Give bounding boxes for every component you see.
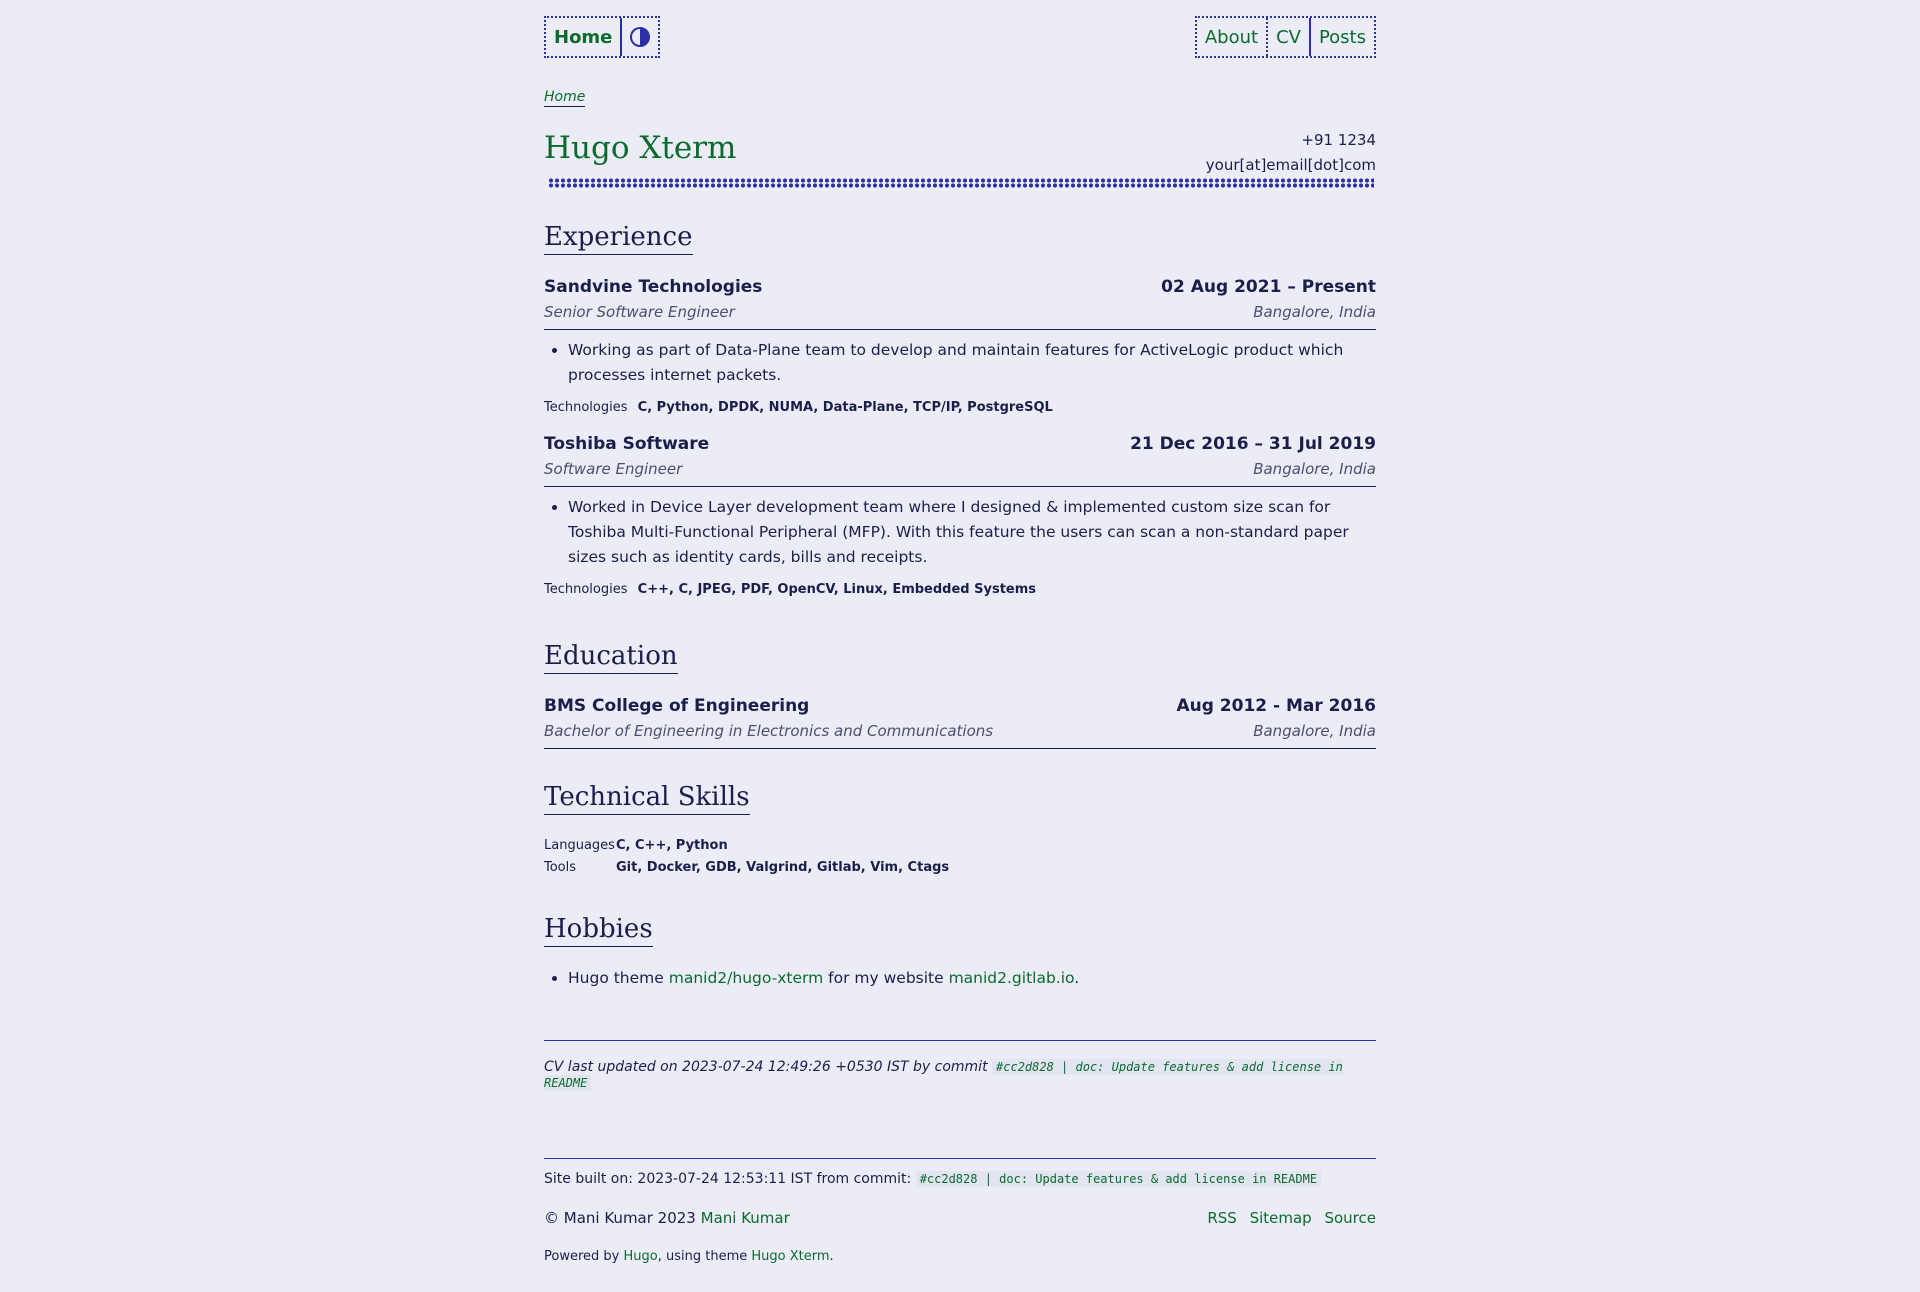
nav-about-link[interactable]: About xyxy=(1197,18,1269,56)
experience-heading: Experience xyxy=(544,222,693,255)
nav-left-group: Home xyxy=(544,16,661,58)
sitemap-link[interactable]: Sitemap xyxy=(1250,1209,1312,1227)
hobbies-heading: Hobbies xyxy=(544,914,653,947)
contact-info: +91 1234 your[at]email[dot]com xyxy=(1206,128,1376,178)
nav-posts-link[interactable]: Posts xyxy=(1311,18,1374,56)
skills-section: Technical Skills xyxy=(544,782,1376,815)
location: Bangalore, India xyxy=(1253,303,1376,321)
degree: Bachelor of Engineering in Electronics a… xyxy=(544,722,994,740)
skill-values: C, C++, Python xyxy=(616,838,728,853)
skill-label: Languages xyxy=(544,838,615,853)
location: Bangalore, India xyxy=(1253,722,1376,740)
cv-updated: CV last updated on 2023-07-24 12:49:26 +… xyxy=(544,1059,1376,1091)
rss-link[interactable]: RSS xyxy=(1207,1209,1236,1227)
header-divider xyxy=(548,178,1374,188)
site-built: Site built on: 2023-07-24 12:53:11 IST f… xyxy=(544,1171,1376,1187)
hugo-xterm-link[interactable]: manid2/hugo-xterm xyxy=(669,969,824,987)
location: Bangalore, India xyxy=(1253,460,1376,478)
experience-section: Experience xyxy=(544,222,1376,255)
org-name: Sandvine Technologies xyxy=(544,277,763,297)
org-name: Toshiba Software xyxy=(544,434,710,454)
footer-divider xyxy=(544,1158,1376,1159)
website-link[interactable]: manid2.gitlab.io xyxy=(949,969,1075,987)
tech-label: Technologies xyxy=(544,582,628,597)
skills-heading: Technical Skills xyxy=(544,782,750,815)
top-nav: Home About CV Posts xyxy=(544,16,1376,72)
hobby-text: for my website xyxy=(823,969,949,987)
hobby-text: Hugo theme xyxy=(568,969,669,987)
tech-values: C++, C, JPEG, PDF, OpenCV, Linux, Embedd… xyxy=(637,582,1037,597)
hobbies-section: Hobbies xyxy=(544,914,1376,947)
footer-copyright-row: © Mani Kumar 2023 Mani Kumar RSS Sitemap… xyxy=(544,1209,1376,1227)
list-item: Hugo theme manid2/hugo-xterm for my webs… xyxy=(568,966,1376,991)
phone-text: +91 1234 xyxy=(1301,131,1376,149)
powered-text: , using theme xyxy=(657,1249,752,1264)
site-built-text: Site built on: 2023-07-24 12:53:11 IST f… xyxy=(544,1171,912,1187)
date-range: Aug 2012 - Mar 2016 xyxy=(1176,696,1376,716)
footer-links: RSS Sitemap Source xyxy=(1199,1209,1376,1227)
commit-link[interactable]: #cc2d828 | doc: Update features & add li… xyxy=(915,1171,1322,1187)
theme-link[interactable]: Hugo Xterm xyxy=(751,1249,829,1264)
tech-values: C, Python, DPDK, NUMA, Data-Plane, TCP/I… xyxy=(637,400,1053,415)
list-item: Worked in Device Layer development team … xyxy=(568,495,1376,570)
experience-entry: Toshiba Software 21 Dec 2016 – 31 Jul 20… xyxy=(544,434,1376,597)
page-title: Hugo Xterm xyxy=(544,130,737,166)
email-text: your[at]email[dot]com xyxy=(1205,156,1376,174)
author-link[interactable]: Mani Kumar xyxy=(701,1209,790,1227)
nav-cv-link[interactable]: CV xyxy=(1268,18,1311,56)
job-role: Software Engineer xyxy=(544,460,683,478)
list-item: Working as part of Data-Plane team to de… xyxy=(568,338,1376,388)
tech-row: Technologies C, Python, DPDK, NUMA, Data… xyxy=(544,400,1376,415)
nav-home-link[interactable]: Home xyxy=(546,18,623,56)
divider xyxy=(544,1040,1376,1041)
page-container: Home About CV Posts Home Hugo Xterm +91 … xyxy=(544,0,1376,1264)
skills-list: LanguagesC, C++, Python Tools Git, Docker… xyxy=(544,835,1376,879)
job-role: Senior Software Engineer xyxy=(544,303,735,321)
tech-label: Technologies xyxy=(544,400,628,415)
education-heading: Education xyxy=(544,641,678,674)
college-name: BMS College of Engineering xyxy=(544,696,810,716)
education-section: Education xyxy=(544,641,1376,674)
experience-entry: Sandvine Technologies 02 Aug 2021 – Pres… xyxy=(544,277,1376,415)
contrast-icon xyxy=(630,27,651,47)
hobbies-list: Hugo theme manid2/hugo-xterm for my webs… xyxy=(544,958,1376,991)
theme-toggle-button[interactable] xyxy=(622,18,658,56)
nav-right-group: About CV Posts xyxy=(1194,16,1376,58)
bullet-list: Working as part of Data-Plane team to de… xyxy=(544,338,1376,388)
cv-updated-text: CV last updated on 2023-07-24 12:49:26 +… xyxy=(544,1059,988,1075)
date-range: 02 Aug 2021 – Present xyxy=(1161,277,1376,297)
date-range: 21 Dec 2016 – 31 Jul 2019 xyxy=(1130,434,1376,454)
skill-values: Git, Docker, GDB, Valgrind, Gitlab, Vim,… xyxy=(616,860,950,875)
powered-by: Powered by Hugo, using theme Hugo Xterm. xyxy=(544,1249,1376,1264)
powered-text: . xyxy=(829,1249,834,1264)
skill-label: Tools xyxy=(544,860,577,875)
hugo-link[interactable]: Hugo xyxy=(623,1249,657,1264)
bullet-list: Worked in Device Layer development team … xyxy=(544,495,1376,570)
powered-text: Powered by xyxy=(544,1249,624,1264)
bullet-list: Hugo theme manid2/hugo-xterm for my webs… xyxy=(544,966,1376,991)
breadcrumb-home-link[interactable]: Home xyxy=(544,89,586,107)
hobby-text: . xyxy=(1074,969,1080,987)
copyright-text: © Mani Kumar 2023 xyxy=(544,1209,701,1227)
education-entry: BMS College of Engineering Aug 2012 - Ma… xyxy=(544,696,1376,749)
source-link[interactable]: Source xyxy=(1324,1209,1376,1227)
tech-row: Technologies C++, C, JPEG, PDF, OpenCV, … xyxy=(544,582,1376,597)
